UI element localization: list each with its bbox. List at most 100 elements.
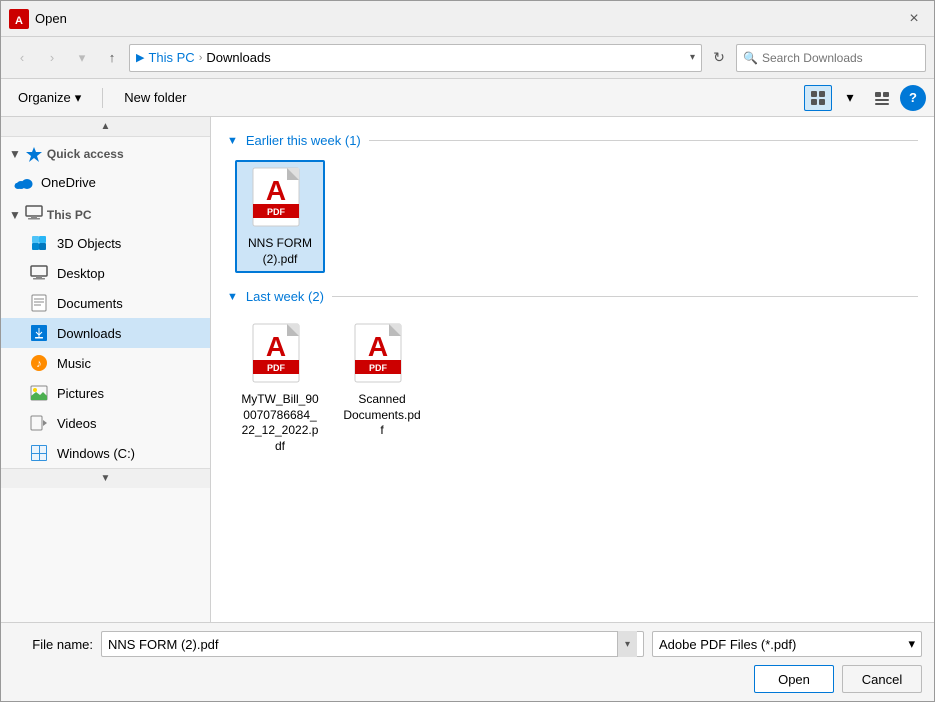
search-icon: 🔍: [743, 51, 758, 65]
section-divider-earlier: [369, 140, 918, 141]
address-arrow-icon: ▶: [136, 51, 144, 64]
file-label-nns: NNS FORM (2).pdf: [241, 236, 319, 267]
sidebar-item-music[interactable]: ♪ Music: [1, 348, 210, 378]
3dobjects-label: 3D Objects: [57, 236, 121, 251]
3dobjects-icon: [29, 233, 49, 253]
windows-label: Windows (C:): [57, 446, 135, 461]
view-dropdown-button[interactable]: ▾: [836, 85, 864, 111]
search-input[interactable]: [762, 51, 919, 65]
filetype-text: Adobe PDF Files (*.pdf): [659, 637, 908, 652]
view-grid-button[interactable]: [804, 85, 832, 111]
forward-button[interactable]: ›: [39, 45, 65, 71]
sidebar-item-windows[interactable]: Windows (C:): [1, 438, 210, 468]
refresh-button[interactable]: ↻: [706, 45, 732, 71]
filetype-select[interactable]: Adobe PDF Files (*.pdf) ▾: [652, 631, 922, 657]
filename-input-wrapper[interactable]: ▾: [101, 631, 644, 657]
music-label: Music: [57, 356, 91, 371]
pdf-icon-nns: PDF A: [251, 166, 309, 232]
list-icon: [874, 90, 890, 106]
sidebar: ▲ ▼ Quick access O: [1, 117, 211, 622]
new-folder-label: New folder: [124, 90, 186, 105]
title-bar: A Open ×: [1, 1, 934, 37]
file-label-scanned: Scanned Documents.pdf: [343, 392, 421, 439]
documents-icon: [29, 293, 49, 313]
windows-icon: [29, 443, 49, 463]
app-icon: A: [9, 9, 29, 29]
dialog-title: Open: [35, 11, 902, 26]
desktop-label: Desktop: [57, 266, 105, 281]
address-crumb-thispc[interactable]: This PC: [148, 50, 194, 65]
filename-dropdown-btn[interactable]: ▾: [617, 631, 637, 657]
file-item-mytw[interactable]: PDF A MyTW_Bill_900070786684_22_12_2022.…: [235, 316, 325, 460]
dropdown-button[interactable]: ▾: [69, 45, 95, 71]
onedrive-icon: [13, 172, 33, 192]
filename-row: File name: ▾ Adobe PDF Files (*.pdf) ▾: [13, 631, 922, 657]
section-label-lastweek: Last week (2): [246, 289, 324, 304]
sidebar-item-3dobjects[interactable]: 3D Objects: [1, 228, 210, 258]
files-grid-earlier: PDF A NNS FORM (2).pdf: [227, 160, 918, 273]
section-collapse-lastweek[interactable]: ▼: [227, 291, 238, 303]
sidebar-scroll-down[interactable]: ▼: [1, 468, 210, 488]
up-button[interactable]: ↑: [99, 45, 125, 71]
sidebar-section-quick-access[interactable]: ▼ Quick access: [1, 137, 210, 167]
address-crumb-downloads[interactable]: Downloads: [206, 50, 270, 65]
cancel-button[interactable]: Cancel: [842, 665, 922, 693]
organize-button[interactable]: Organize ▾: [9, 86, 90, 110]
open-button[interactable]: Open: [754, 665, 834, 693]
pdf-icon-mytw: PDF A: [251, 322, 309, 388]
sidebar-item-videos[interactable]: Videos: [1, 408, 210, 438]
sidebar-item-downloads[interactable]: Downloads: [1, 318, 210, 348]
files-grid-lastweek: PDF A MyTW_Bill_900070786684_22_12_2022.…: [227, 316, 918, 460]
new-folder-button[interactable]: New folder: [115, 86, 195, 109]
back-button[interactable]: ‹: [9, 45, 35, 71]
music-icon: ♪: [29, 353, 49, 373]
sidebar-item-desktop[interactable]: Desktop: [1, 258, 210, 288]
help-button[interactable]: ?: [900, 85, 926, 111]
sidebar-item-documents[interactable]: Documents: [1, 288, 210, 318]
file-item-nns[interactable]: PDF A NNS FORM (2).pdf: [235, 160, 325, 273]
section-collapse-earlier[interactable]: ▼: [227, 135, 238, 147]
downloads-label: Downloads: [57, 326, 121, 341]
address-sep-icon: ›: [199, 52, 203, 64]
search-bar[interactable]: 🔍: [736, 44, 926, 72]
nav-bar: ‹ › ▾ ↑ ▶ This PC › Downloads ▾ ↻ 🔍: [1, 37, 934, 79]
toolbar-right: ▾ ?: [804, 85, 926, 111]
close-button[interactable]: ×: [902, 7, 926, 31]
address-dropdown-icon[interactable]: ▾: [690, 52, 695, 63]
main-area: ▲ ▼ Quick access O: [1, 117, 934, 622]
onedrive-label: OneDrive: [41, 175, 96, 190]
toolbar: Organize ▾ New folder ▾: [1, 79, 934, 117]
svg-text:A: A: [266, 175, 286, 206]
thispc-collapse-icon: ▼: [9, 208, 21, 222]
sidebar-item-onedrive[interactable]: OneDrive: [1, 167, 210, 197]
sidebar-scroll-up[interactable]: ▲: [1, 117, 210, 137]
sidebar-item-pictures[interactable]: Pictures: [1, 378, 210, 408]
svg-text:PDF: PDF: [267, 207, 286, 217]
organize-label: Organize: [18, 90, 71, 105]
file-item-scanned[interactable]: PDF A Scanned Documents.pdf: [337, 316, 427, 460]
thispc-label: This PC: [47, 208, 92, 222]
svg-text:PDF: PDF: [267, 363, 286, 373]
section-divider-lastweek: [332, 296, 918, 297]
section-header-lastweek: ▼ Last week (2): [227, 289, 918, 304]
section-header-earlier: ▼ Earlier this week (1): [227, 133, 918, 148]
quick-access-icon: [25, 145, 43, 163]
pictures-label: Pictures: [57, 386, 104, 401]
quick-access-label: Quick access: [47, 147, 124, 161]
videos-label: Videos: [57, 416, 97, 431]
desktop-icon: [29, 263, 49, 283]
downloads-icon: [29, 323, 49, 343]
grid-icon: [810, 90, 826, 106]
bottom-bar: File name: ▾ Adobe PDF Files (*.pdf) ▾ O…: [1, 622, 934, 701]
address-bar[interactable]: ▶ This PC › Downloads ▾: [129, 44, 702, 72]
view-list-button[interactable]: [868, 85, 896, 111]
organize-dropdown-icon: ▾: [75, 90, 82, 106]
svg-text:PDF: PDF: [369, 363, 388, 373]
sidebar-section-thispc[interactable]: ▼ This PC: [1, 197, 210, 228]
section-label-earlier: Earlier this week (1): [246, 133, 361, 148]
thispc-icon: [25, 205, 43, 224]
filename-input[interactable]: [108, 637, 617, 652]
filetype-dropdown-icon: ▾: [908, 636, 915, 652]
svg-text:A: A: [15, 15, 23, 27]
open-dialog: A Open × ‹ › ▾ ↑ ▶ This PC › Downloads ▾…: [0, 0, 935, 702]
